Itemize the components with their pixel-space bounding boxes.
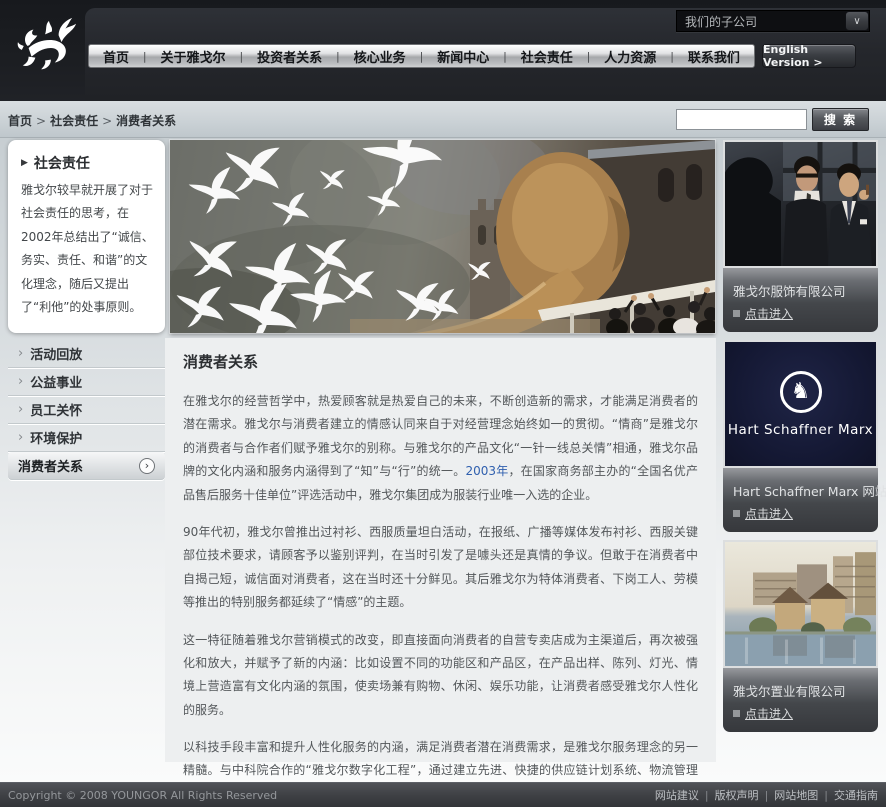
footer-link-traffic-guide[interactable]: 交通指南 (834, 787, 878, 803)
chevron-right-icon: › (18, 347, 23, 360)
promo-enter-link[interactable]: 点击进入 (733, 305, 878, 322)
footer-link-sitemap[interactable]: 网站地图 (774, 787, 818, 803)
sidebar-item-label: 活动回放 (30, 344, 82, 363)
youngor-consumer-relations-page: 我们的子公司 ∨ 首页 | 关于雅戈尔 | 投资者关系 | 核心业务 | 新闻中… (0, 0, 886, 807)
sidebar-menu: › 活动回放 › 公益事业 › 员工关怀 › 环境保护 消费者关系 › (8, 340, 165, 480)
lakeside-real-estate-photo[interactable] (723, 540, 878, 668)
promo-caption-panel: 雅戈尔置业有限公司 点击进入 (723, 668, 878, 732)
promo-enter-link[interactable]: 点击进入 (733, 505, 878, 522)
footer-separator: | (824, 789, 828, 802)
nav-separator: | (143, 50, 147, 63)
nav-separator: | (503, 50, 507, 63)
nav-item-about[interactable]: 关于雅戈尔 (161, 47, 226, 66)
intro-text: 雅戈尔较早就开展了对于社会责任的思考，在2002年总结出了“诚信、务实、责任、和… (21, 179, 155, 319)
sidebar-item-consumer-relations[interactable]: 消费者关系 › (8, 452, 165, 480)
sidebar-item-label: 员工关怀 (30, 400, 82, 419)
youngor-dragon-logo-icon[interactable] (16, 14, 78, 78)
breadcrumb-separator: > (36, 114, 46, 128)
nav-separator: | (670, 50, 674, 63)
arrow-circle-icon: › (139, 458, 155, 474)
header: 我们的子公司 ∨ 首页 | 关于雅戈尔 | 投资者关系 | 核心业务 | 新闻中… (0, 0, 886, 101)
promo-caption: 雅戈尔服饰有限公司 (733, 281, 878, 300)
hsm-logo-text: Hart Schaffner Marx (728, 422, 873, 438)
promo-hart-schaffner-marx: ♞ Hart Schaffner Marx Hart Schaffner Mar… (723, 340, 878, 532)
chevron-right-icon: › (18, 403, 23, 416)
square-bullet-icon (733, 710, 740, 717)
social-responsibility-intro-box: ▶ 社会责任 雅戈尔较早就开展了对于社会责任的思考，在2002年总结出了“诚信、… (8, 140, 165, 333)
trojan-horse-icon: ♞ (791, 381, 811, 403)
intro-title-text: 社会责任 (34, 153, 90, 173)
chevron-down-icon[interactable]: ∨ (845, 11, 869, 31)
promo-caption-panel: Hart Schaffner Marx 网站 点击进入 (723, 468, 878, 532)
article-paragraph: 90年代初，雅戈尔曾推出过衬衫、西服质量坦白活动，在报纸、广播等媒体发布衬衫、西… (183, 521, 698, 615)
promo-caption-panel: 雅戈尔服饰有限公司 点击进入 (723, 268, 878, 332)
promo-caption: Hart Schaffner Marx 网站 (733, 481, 878, 500)
footer-separator: | (705, 789, 709, 802)
main-navigation: 首页 | 关于雅戈尔 | 投资者关系 | 核心业务 | 新闻中心 | 社会责任 … (88, 44, 755, 68)
promo-youngor-fashion: 雅戈尔服饰有限公司 点击进入 (723, 140, 878, 332)
footer-link-site-suggestions[interactable]: 网站建议 (655, 787, 699, 803)
promo-enter-link[interactable]: 点击进入 (733, 705, 878, 722)
promo-youngor-real-estate: 雅戈尔置业有限公司 点击进入 (723, 540, 878, 732)
search-input[interactable] (676, 109, 807, 130)
footer-link-copyright-statement[interactable]: 版权声明 (715, 787, 759, 803)
breadcrumb-consumer-relations: 消费者关系 (116, 112, 176, 129)
sidebar-item-activity-replay[interactable]: › 活动回放 (8, 340, 165, 368)
square-bullet-icon (733, 310, 740, 317)
breadcrumb-separator: > (102, 114, 112, 128)
promo-caption: 雅戈尔置业有限公司 (733, 681, 878, 700)
content-area: ▶ 社会责任 雅戈尔较早就开展了对于社会责任的思考，在2002年总结出了“诚信、… (0, 138, 886, 782)
nav-item-news-center[interactable]: 新闻中心 (437, 47, 489, 66)
play-triangle-icon: ▶ (21, 158, 28, 168)
breadcrumb: 首页 > 社会责任 > 消费者关系 (8, 112, 176, 129)
square-bullet-icon (733, 510, 740, 517)
hsm-ring-icon: ♞ (780, 371, 822, 413)
subsidiary-dropdown[interactable]: 我们的子公司 ∨ (676, 10, 870, 32)
promo-link-text: 点击进入 (745, 505, 793, 522)
breadcrumb-bar: 首页 > 社会责任 > 消费者关系 搜 索 (0, 101, 886, 138)
page-title: 消费者关系 (183, 351, 698, 372)
breadcrumb-home[interactable]: 首页 (8, 112, 32, 129)
banner-image-doves-castle (170, 140, 715, 333)
sidebar-item-label: 消费者关系 (18, 456, 83, 475)
businessmen-in-suits-photo[interactable] (723, 140, 878, 268)
nav-separator: | (420, 50, 424, 63)
copyright-text: Copyright © 2008 YOUNGOR All Rights Rese… (8, 789, 277, 802)
search-button[interactable]: 搜 索 (812, 108, 869, 131)
chevron-right-icon: › (18, 431, 23, 444)
nav-item-contact-us[interactable]: 联系我们 (688, 47, 740, 66)
nav-item-investor-relations[interactable]: 投资者关系 (257, 47, 322, 66)
article-panel: 消费者关系 在雅戈尔的经营哲学中，热爱顾客就是热爱自己的未来，不断创造新的需求，… (165, 338, 716, 762)
footer: Copyright © 2008 YOUNGOR All Rights Rese… (0, 782, 886, 807)
hart-schaffner-marx-logo[interactable]: ♞ Hart Schaffner Marx (723, 340, 878, 468)
breadcrumb-social-responsibility[interactable]: 社会责任 (50, 112, 98, 129)
sidebar-item-label: 公益事业 (30, 372, 82, 391)
nav-separator: | (239, 50, 243, 63)
nav-item-human-resources[interactable]: 人力资源 (604, 47, 656, 66)
article-paragraph: 在雅戈尔的经营哲学中，热爱顾客就是热爱自己的未来，不断创造新的需求，才能满足消费… (183, 390, 698, 507)
subsidiary-dropdown-label: 我们的子公司 (677, 13, 845, 30)
footer-links: 网站建议 | 版权声明 | 网站地图 | 交通指南 (655, 787, 878, 803)
footer-separator: | (765, 789, 769, 802)
sidebar-item-environmental-protection[interactable]: › 环境保护 (8, 424, 165, 452)
sidebar-item-label: 环境保护 (30, 428, 82, 447)
sidebar-item-employee-care[interactable]: › 员工关怀 (8, 396, 165, 424)
intro-title: ▶ 社会责任 (21, 153, 155, 173)
english-version-button[interactable]: English Version > (762, 44, 856, 68)
sidebar-item-public-welfare[interactable]: › 公益事业 (8, 368, 165, 396)
nav-item-social-responsibility[interactable]: 社会责任 (521, 47, 573, 66)
promo-link-text: 点击进入 (745, 305, 793, 322)
nav-separator: | (336, 50, 340, 63)
chevron-right-icon: › (18, 375, 23, 388)
nav-item-home[interactable]: 首页 (103, 47, 129, 66)
nav-item-core-business[interactable]: 核心业务 (354, 47, 406, 66)
nav-separator: | (587, 50, 591, 63)
article-paragraph: 这一特征随着雅戈尔营销模式的改变，即直接面向消费者的自营专卖店成为主渠道后，再次… (183, 629, 698, 723)
promo-link-text: 点击进入 (745, 705, 793, 722)
